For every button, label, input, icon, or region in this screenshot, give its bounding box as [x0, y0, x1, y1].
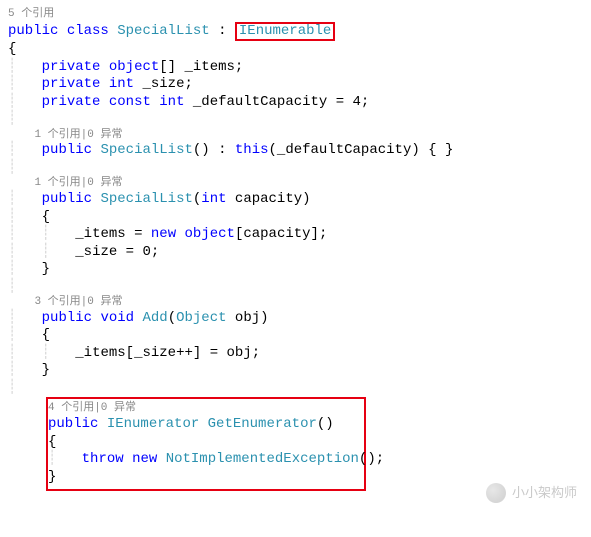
kw-public: public — [8, 23, 58, 39]
add-body: ┊ ┊ _items[_size++] = obj; — [8, 345, 583, 363]
add-open: ┊ { — [8, 327, 583, 345]
add-close: ┊ } — [8, 362, 583, 380]
field-items: ┊ private object[] _items; — [8, 59, 583, 77]
open-brace: { — [8, 41, 583, 59]
ctor2-sig: ┊ public SpecialList(int capacity) — [8, 191, 583, 209]
codelens-ctor1: ┊ 1 个引用|0 异常 — [8, 129, 583, 143]
field-size: ┊ private int _size; — [8, 76, 583, 94]
ctor2-open: ┊ { — [8, 209, 583, 227]
code-block: 5 个引用 public class SpecialList : IEnumer… — [8, 8, 583, 491]
kw-class: class — [67, 23, 109, 39]
blank: ┊ — [8, 279, 583, 297]
interface-name: IEnumerable — [239, 23, 331, 39]
enum-body: ┊ throw new NotImplementedException(); — [48, 451, 358, 469]
enum-sig: public IEnumerator GetEnumerator() — [48, 416, 358, 434]
blank: ┊ — [8, 111, 583, 129]
enum-open: { — [48, 434, 358, 452]
class-decl: public class SpecialList : IEnumerable — [8, 22, 583, 41]
ctor2-body2: ┊ ┊ _size = 0; — [8, 244, 583, 262]
ctor2-close: ┊ } — [8, 261, 583, 279]
add-sig: ┊ public void Add(Object obj) — [8, 310, 583, 328]
enumerator-box: 4 个引用|0 异常 public IEnumerator GetEnumera… — [46, 397, 366, 491]
ctor2-body1: ┊ ┊ _items = new object[capacity]; — [8, 226, 583, 244]
codelens-enum: 4 个引用|0 异常 — [48, 402, 358, 416]
ctor1: ┊ public SpecialList() : this(_defaultCa… — [8, 142, 583, 160]
codelens-ctor2: ┊ 1 个引用|0 异常 — [8, 177, 583, 191]
field-capacity: ┊ private const int _defaultCapacity = 4… — [8, 94, 583, 112]
codelens-class: 5 个引用 — [8, 8, 583, 22]
colon: : — [210, 23, 235, 39]
blank: ┊ — [8, 380, 583, 398]
watermark: 小小架构师 — [486, 483, 577, 503]
blank: ┊ — [8, 160, 583, 178]
interface-box: IEnumerable — [235, 22, 335, 41]
watermark-text: 小小架构师 — [512, 485, 577, 501]
codelens-add: ┊ 3 个引用|0 异常 — [8, 296, 583, 310]
enum-close: } — [48, 469, 358, 487]
watermark-logo-icon — [486, 483, 506, 503]
class-name: SpecialList — [117, 23, 209, 39]
